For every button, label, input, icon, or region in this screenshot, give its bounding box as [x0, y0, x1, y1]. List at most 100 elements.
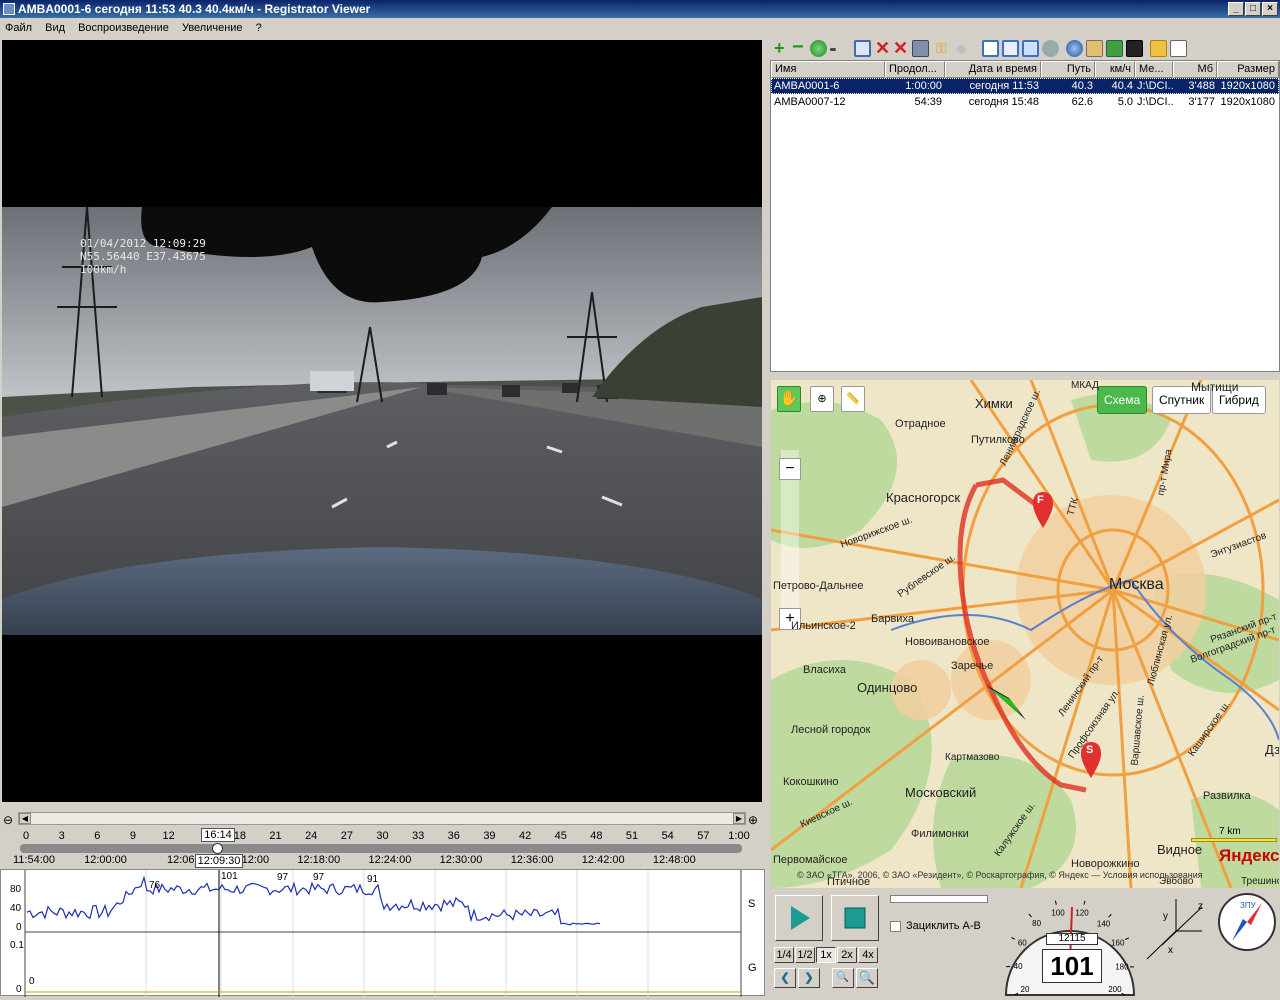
map-label: МКАД: [1071, 380, 1099, 391]
speed-half-button[interactable]: 1/2: [795, 947, 815, 963]
column-header-size-mb[interactable]: Мб: [1173, 61, 1217, 78]
map-mode-scheme[interactable]: Схема: [1097, 386, 1148, 414]
copy-icon[interactable]: [854, 40, 871, 57]
map-icon[interactable]: [1086, 40, 1103, 57]
close-button[interactable]: ×: [1262, 2, 1278, 16]
telemetry-chart[interactable]: 80 40 0 0.1 0 0 S G 76 101 97 97 91: [0, 869, 765, 997]
maximize-button[interactable]: □: [1245, 2, 1261, 16]
timeline-zoom-out-icon[interactable]: ⊖: [3, 813, 13, 827]
volume-slider[interactable]: [890, 895, 988, 903]
menu-zoom[interactable]: Увеличение: [177, 19, 248, 37]
compass-label: ЗПУ: [1240, 901, 1256, 910]
window-icon[interactable]: [982, 40, 999, 57]
map-label: Одинцово: [857, 680, 918, 695]
speed-1x-button[interactable]: 1x: [816, 947, 836, 963]
dial-label: 160: [1111, 939, 1125, 948]
odometer: 12115: [1046, 933, 1098, 945]
map-label: Московский: [905, 785, 977, 800]
timeline-zoom-in-icon[interactable]: ⊕: [748, 813, 758, 827]
ruler-icon[interactable]: 📏: [841, 386, 865, 412]
start-marker[interactable]: S: [1086, 744, 1093, 756]
speed-2x-button[interactable]: 2x: [837, 947, 857, 963]
zoom-area-icon[interactable]: ⊕: [810, 386, 834, 412]
cursor-minute-label: 16:14: [201, 828, 235, 842]
globe-icon[interactable]: [1066, 40, 1083, 57]
scroll-right-icon[interactable]: ▶: [733, 813, 745, 824]
column-header-speed[interactable]: км/ч: [1095, 61, 1135, 78]
save-icon[interactable]: [912, 40, 929, 57]
minute-tick-label: 51: [625, 830, 639, 842]
cursor-time-label: 12:09:30: [195, 854, 243, 868]
minute-tick-label: 36: [447, 830, 460, 842]
speed-readout: 101: [1042, 949, 1102, 983]
speed-series-label: S: [748, 898, 756, 910]
dashcam-scene: 01/04/2012 12:09:29 N55.56440 E37.43675 …: [2, 207, 762, 635]
map-label: Кокошкино: [783, 776, 839, 788]
cascade-icon[interactable]: [1022, 40, 1039, 57]
speed-4x-button[interactable]: 4x: [858, 947, 878, 963]
clock-tick-label: 12:18:00: [297, 854, 341, 866]
minute-tick-label: 57: [697, 830, 710, 842]
column-header-datetime[interactable]: Дата и время: [945, 61, 1041, 78]
column-header-location[interactable]: Ме...: [1135, 61, 1173, 78]
next-frame-icon[interactable]: ❯: [798, 968, 820, 988]
cell-size-mb: 3'488: [1188, 80, 1215, 92]
progress-handle[interactable]: [212, 843, 223, 854]
speed-quarter-button[interactable]: 1/4: [774, 947, 794, 963]
zoom-out-button[interactable]: −: [779, 458, 801, 480]
speed-peak-label: 97: [277, 872, 289, 883]
playback-panel: Зациклить A-B 1/4 1/2 1x 2x 4x ❮ ❯ 🔍 🔍 2…: [770, 889, 1280, 997]
export-icon[interactable]: [1106, 40, 1123, 57]
cell-speed: 5.0: [1117, 96, 1133, 108]
timeline-scrollbar[interactable]: [18, 812, 746, 825]
minute-tick-label: 9: [129, 830, 136, 842]
fit-icon[interactable]: [1002, 40, 1019, 57]
delete-all-icon[interactable]: ✕: [892, 39, 909, 57]
menu-playback[interactable]: Воспроизведение: [73, 19, 174, 37]
minute-tick-label: 39: [483, 830, 496, 842]
map-scale-bar: [1191, 838, 1277, 842]
key-icon[interactable]: ⚿: [936, 40, 953, 57]
minimize-button[interactable]: _: [1228, 2, 1244, 16]
column-header-duration[interactable]: Продол...: [885, 61, 945, 78]
play-button[interactable]: [775, 895, 823, 941]
g-axis-01: 0.1: [10, 940, 24, 951]
refresh-icon[interactable]: [810, 40, 827, 57]
menu-view[interactable]: Вид: [40, 19, 70, 37]
video-icon[interactable]: [1126, 40, 1143, 57]
map-view[interactable]: F S ✋ ⊕ 📏 Схема Спутник Гибрид − + Химки…: [771, 380, 1279, 888]
loop-checkbox[interactable]: [890, 921, 901, 932]
tag-icon[interactable]: ◆: [956, 40, 973, 57]
menu-file[interactable]: Файл: [0, 19, 37, 37]
document-icon[interactable]: [1170, 40, 1187, 57]
dial-label: 80: [1032, 919, 1041, 928]
remove-icon[interactable]: −: [792, 37, 809, 57]
folder-icon[interactable]: [1150, 40, 1167, 57]
window-title: AMBA0001-6 сегодня 11:53 40.3 40.4км/ч -…: [18, 2, 371, 16]
dial-label: 20: [1021, 985, 1030, 994]
add-icon[interactable]: +: [774, 39, 791, 57]
minute-tick-label: 30: [376, 830, 389, 842]
dial-label: 60: [1018, 938, 1027, 947]
column-header-resolution[interactable]: Размер: [1217, 61, 1279, 78]
link-icon[interactable]: [1042, 40, 1059, 57]
menu-help[interactable]: ?: [251, 19, 267, 37]
compass: ЗПУ: [1218, 893, 1276, 951]
zoom-small-icon[interactable]: 🔍: [832, 968, 854, 988]
cell-duration: 1:00:00: [905, 80, 942, 92]
progress-track[interactable]: [20, 844, 742, 853]
menu-bar: Файл Вид Воспроизведение Увеличение ?: [0, 19, 1280, 37]
scroll-left-icon[interactable]: ◀: [19, 813, 31, 824]
hand-icon[interactable]: ✋: [777, 386, 801, 412]
clock-tick-label: 12:48:00: [652, 854, 696, 866]
finish-marker[interactable]: F: [1037, 494, 1044, 506]
column-header-name[interactable]: Имя: [771, 61, 885, 78]
map-label: Отрадное: [895, 418, 946, 430]
zoom-large-icon[interactable]: 🔍: [856, 968, 878, 988]
previous-frame-icon[interactable]: ❮: [774, 968, 796, 988]
stop-button[interactable]: [831, 895, 879, 941]
delete-icon[interactable]: ✕: [874, 39, 891, 57]
video-viewport[interactable]: 01/04/2012 12:09:29 N55.56440 E37.43675 …: [2, 40, 762, 802]
map-label: Новоивановское: [905, 636, 990, 648]
column-header-distance[interactable]: Путь: [1041, 61, 1095, 78]
